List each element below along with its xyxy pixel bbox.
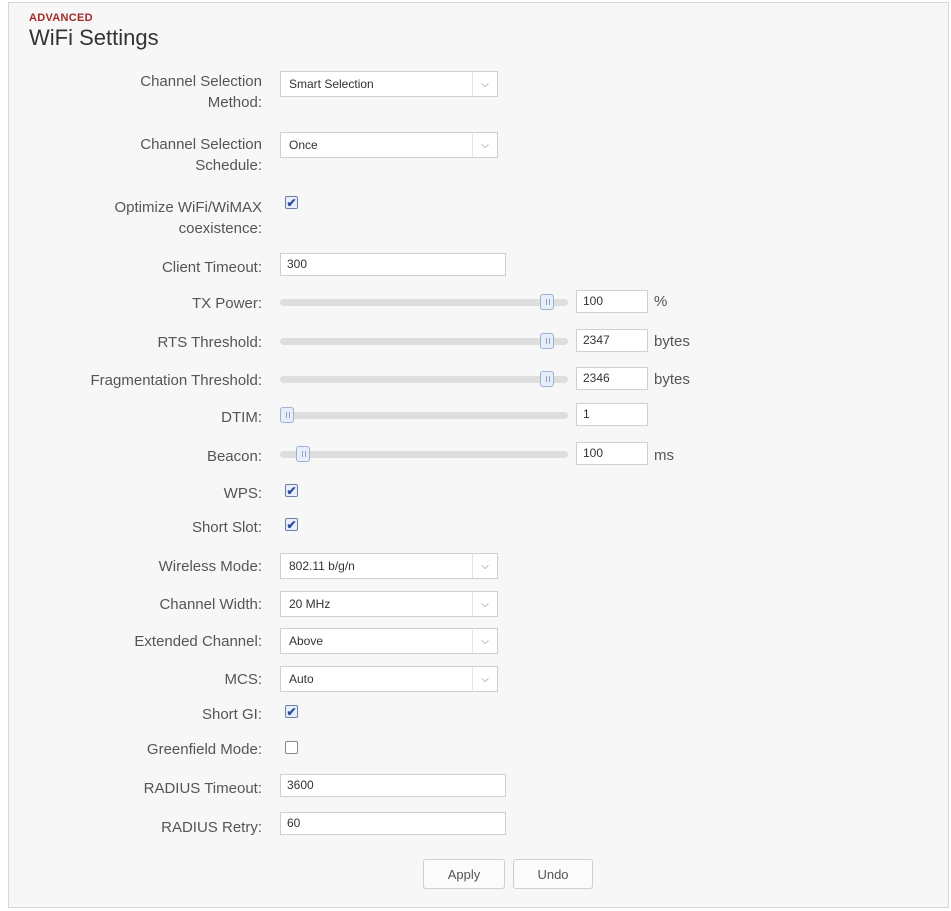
extended-channel-select[interactable]: Above ⌵ — [280, 628, 498, 654]
mcs-select[interactable]: Auto ⌵ — [280, 666, 498, 692]
chevron-down-icon: ⌵ — [472, 667, 497, 691]
slider-handle[interactable] — [540, 371, 555, 387]
apply-button[interactable]: Apply — [423, 859, 505, 889]
radius-timeout-label: RADIUS Timeout: — [143, 780, 262, 797]
rts-threshold-label: RTS Threshold: — [157, 334, 263, 351]
checkmark-icon: ✔ — [286, 517, 297, 532]
chevron-down-icon: ⌵ — [472, 629, 497, 653]
fragmentation-threshold-label: Fragmentation Threshold: — [90, 372, 262, 389]
greenfield-mode-label: Greenfield Mode: — [146, 741, 262, 758]
channel-schedule-select[interactable]: Once ⌵ — [280, 132, 498, 158]
tx-power-input[interactable]: 100 — [576, 290, 648, 313]
beacon-input[interactable]: 100 — [576, 442, 648, 465]
chevron-down-icon: ⌵ — [472, 554, 497, 578]
section-label: ADVANCED — [29, 12, 93, 24]
chevron-down-icon: ⌵ — [472, 72, 497, 96]
slider-handle[interactable] — [296, 446, 311, 462]
tx-power-slider[interactable] — [280, 294, 568, 310]
channel-width-select[interactable]: 20 MHz ⌵ — [280, 591, 498, 617]
slider-handle[interactable] — [280, 407, 294, 423]
checkmark-icon: ✔ — [286, 483, 297, 498]
rts-threshold-input[interactable]: 2347 — [576, 329, 648, 352]
fragmentation-threshold-input[interactable]: 2346 — [576, 367, 648, 390]
radius-retry-input[interactable]: 60 — [280, 812, 506, 835]
extended-channel-label: Extended Channel: — [134, 633, 262, 650]
short-slot-checkbox[interactable]: ✔ — [285, 518, 298, 531]
channel-schedule-label: Channel Selection Schedule: — [140, 136, 262, 174]
channel-method-select[interactable]: Smart Selection ⌵ — [280, 71, 498, 97]
rts-threshold-slider[interactable] — [280, 333, 568, 349]
beacon-unit: ms — [654, 447, 674, 464]
dtim-input[interactable]: 1 — [576, 403, 648, 426]
short-slot-label: Short Slot: — [191, 519, 262, 536]
short-gi-checkbox[interactable]: ✔ — [285, 705, 298, 718]
wps-label: WPS: — [223, 485, 262, 502]
optimize-coexistence-checkbox[interactable]: ✔ — [285, 196, 298, 209]
checkmark-icon: ✔ — [286, 704, 297, 719]
chevron-down-icon: ⌵ — [472, 133, 497, 157]
tx-power-unit: % — [654, 293, 668, 310]
client-timeout-label: Client Timeout: — [161, 259, 262, 276]
dtim-slider[interactable] — [280, 407, 568, 423]
greenfield-mode-checkbox[interactable] — [285, 741, 298, 754]
beacon-label: Beacon: — [206, 448, 262, 465]
short-gi-label: Short GI: — [201, 706, 262, 723]
wireless-mode-label: Wireless Mode: — [158, 558, 262, 575]
optimize-coexistence-label: Optimize WiFi/WiMAX coexistence: — [114, 199, 263, 237]
beacon-slider[interactable] — [280, 446, 568, 462]
fragmentation-threshold-slider[interactable] — [280, 371, 568, 387]
dtim-label: DTIM: — [221, 409, 262, 426]
channel-method-label: Channel Selection Method: — [140, 73, 262, 111]
checkmark-icon: ✔ — [286, 195, 297, 210]
wireless-mode-select[interactable]: 802.11 b/g/n ⌵ — [280, 553, 498, 579]
slider-handle[interactable] — [540, 294, 555, 310]
mcs-label: MCS: — [224, 671, 263, 688]
rts-threshold-unit: bytes — [654, 333, 690, 350]
fragmentation-threshold-unit: bytes — [654, 371, 690, 388]
slider-handle[interactable] — [540, 333, 555, 349]
client-timeout-input[interactable]: 300 — [280, 253, 506, 276]
radius-timeout-input[interactable]: 3600 — [280, 774, 506, 797]
chevron-down-icon: ⌵ — [472, 592, 497, 616]
settings-panel: ADVANCED WiFi Settings Channel Selection… — [8, 2, 949, 908]
page-title: WiFi Settings — [29, 25, 159, 50]
radius-retry-label: RADIUS Retry: — [161, 819, 262, 836]
channel-width-label: Channel Width: — [159, 596, 262, 613]
wps-checkbox[interactable]: ✔ — [285, 484, 298, 497]
tx-power-label: TX Power: — [191, 295, 262, 312]
undo-button[interactable]: Undo — [513, 859, 593, 889]
